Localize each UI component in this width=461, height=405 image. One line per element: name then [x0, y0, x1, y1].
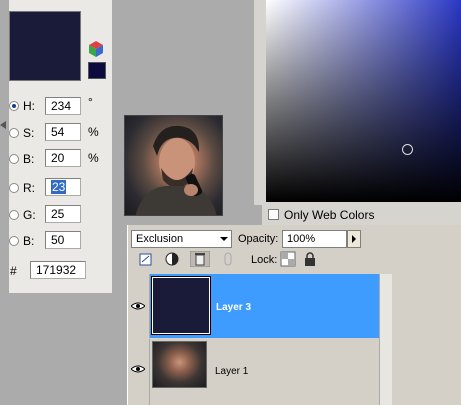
red-label: R:: [23, 181, 35, 195]
hue-label: H:: [23, 99, 35, 113]
opacity-field[interactable]: 100%: [282, 230, 347, 248]
layer-3-name[interactable]: Layer 3: [216, 302, 251, 313]
new-color-swatch: [9, 11, 81, 81]
blue-radio[interactable]: [9, 236, 19, 246]
brightness-unit: %: [88, 151, 99, 165]
layer-1-thumbnail[interactable]: [152, 341, 207, 388]
layers-scrollbar[interactable]: [379, 274, 392, 405]
brightness-radio[interactable]: [9, 154, 19, 164]
hex-field[interactable]: 171932: [30, 261, 86, 279]
trash-icon[interactable]: [190, 251, 210, 267]
only-web-colors-checkbox[interactable]: [268, 209, 279, 220]
out-of-gamut-cube-icon[interactable]: [88, 40, 104, 58]
brightness-label: B:: [23, 152, 35, 166]
blue-label: B:: [23, 234, 35, 248]
lock-icon[interactable]: [302, 251, 318, 267]
red-radio[interactable]: [9, 183, 19, 193]
portrait-illustration: [135, 125, 217, 215]
hue-field[interactable]: 234: [45, 97, 81, 115]
saturation-unit: %: [88, 125, 99, 139]
web-safe-color-swatch[interactable]: [88, 62, 106, 79]
eye-icon: [131, 365, 145, 373]
hue-radio[interactable]: [9, 101, 19, 111]
opacity-slider-button[interactable]: [347, 230, 361, 248]
blend-mode-value: Exclusion: [136, 233, 184, 245]
layer-3-thumbnail[interactable]: [151, 276, 211, 335]
hex-label: #: [10, 264, 17, 278]
visibility-toggle[interactable]: [128, 274, 150, 338]
blue-field[interactable]: 50: [45, 231, 81, 249]
color-field-cursor[interactable]: [402, 144, 413, 155]
opacity-label: Opacity:: [238, 233, 279, 245]
blend-mode-select[interactable]: Exclusion: [131, 230, 232, 248]
green-radio[interactable]: [9, 210, 19, 220]
lock-pixels-checker-icon[interactable]: [280, 251, 296, 267]
green-label: G:: [23, 208, 36, 222]
green-field[interactable]: 25: [45, 205, 81, 223]
saturation-field[interactable]: 54: [45, 123, 81, 141]
saturation-brightness-field[interactable]: [266, 0, 461, 202]
layer-1-name[interactable]: Layer 1: [215, 366, 248, 377]
only-web-colors-label: Only Web Colors: [284, 208, 375, 222]
chevron-down-icon: [220, 237, 228, 241]
link-icon[interactable]: [220, 251, 236, 267]
portrait-photo: [124, 115, 223, 216]
lock-transparency-icon[interactable]: [138, 251, 154, 267]
panel-edge-arrow-icon: [0, 121, 6, 129]
eye-icon: [131, 302, 145, 310]
lock-label: Lock:: [251, 254, 278, 266]
adjustment-circle-icon[interactable]: [164, 251, 180, 267]
brightness-field[interactable]: 20: [45, 149, 81, 167]
red-field[interactable]: 23: [45, 178, 81, 196]
saturation-label: S:: [23, 126, 35, 140]
saturation-radio[interactable]: [9, 128, 19, 138]
visibility-toggle[interactable]: [128, 339, 150, 405]
hue-unit: °: [88, 95, 93, 109]
